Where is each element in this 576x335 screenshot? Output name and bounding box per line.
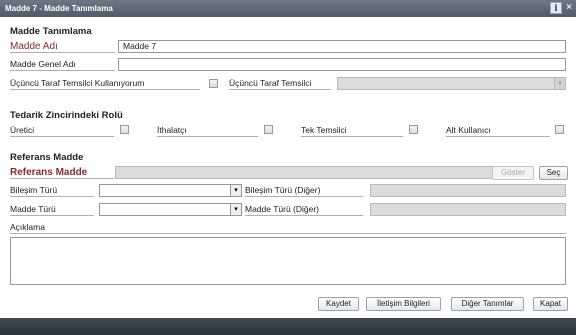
bilesim-turu-diger-label: Bileşim Türü (Diğer)	[245, 185, 321, 195]
iletisim-bilgileri-button[interactable]: İletişim Bilgileri	[366, 297, 441, 311]
chevron-down-icon[interactable]: ▾	[230, 185, 241, 196]
titlebar-icons: i ×	[550, 2, 574, 15]
diger-tanimlar-button[interactable]: Diğer Tanımlar	[451, 297, 524, 311]
ucuncu-taraf-temsilci-select[interactable]: ▾	[337, 77, 566, 90]
window-titlebar: Madde 7 - Madde Tanımlama i ×	[0, 0, 576, 17]
bilesim-turu-label: Bileşim Türü	[10, 185, 58, 195]
bilesim-turu-diger-input[interactable]	[370, 184, 566, 197]
referans-madde-input[interactable]	[115, 166, 533, 179]
madde-turu-diger-label: Madde Türü (Diğer)	[245, 204, 320, 214]
section-title-tedarik: Tedarik Zincirindeki Rolü	[10, 110, 123, 121]
role-underline-ithalatci	[157, 136, 258, 137]
window-footer	[0, 318, 576, 335]
bilesim-turu-underline	[10, 196, 94, 197]
madde-genel-adi-label: Madde Genel Adı	[10, 59, 76, 69]
chevron-down-icon[interactable]: ▾	[230, 204, 241, 215]
info-icon[interactable]: i	[550, 2, 562, 14]
role-underline-uretici	[10, 136, 114, 137]
madde-genel-adi-input[interactable]	[118, 58, 566, 71]
kaydet-button[interactable]: Kaydet	[318, 297, 359, 311]
aciklama-textarea[interactable]	[10, 237, 566, 285]
aciklama-label: Açıklama	[10, 222, 45, 232]
madde-turu-select[interactable]: ▾	[99, 203, 242, 216]
bilesim-turu-select[interactable]: ▾	[99, 184, 242, 197]
madde-turu-label: Madde Türü	[10, 204, 56, 214]
kapat-button[interactable]: Kapat	[533, 297, 568, 311]
madde-adi-label: Madde Adı	[10, 41, 58, 52]
role-checkbox-uretici[interactable]	[120, 125, 129, 134]
sec-button[interactable]: Seç	[539, 166, 568, 180]
ucuncu-taraf-kullaniyorum-underline	[10, 89, 200, 90]
madde-adi-underline	[10, 52, 115, 53]
close-icon[interactable]: ×	[564, 2, 574, 14]
ucuncu-taraf-temsilci-label: Üçüncü Taraf Temsilci	[229, 78, 312, 88]
role-label-uretici: Üretici	[10, 125, 35, 135]
referans-madde-label: Referans Madde	[10, 167, 88, 178]
ucuncu-taraf-temsilci-underline	[229, 89, 331, 90]
chevron-down-icon[interactable]: ▾	[554, 78, 565, 89]
ucuncu-taraf-kullaniyorum-label: Üçüncü Taraf Temsilci Kullanıyorum	[10, 78, 145, 88]
madde-adi-input[interactable]: Madde 7	[118, 40, 566, 53]
madde-turu-diger-input[interactable]	[370, 203, 566, 216]
madde-turu-diger-underline	[245, 215, 363, 216]
bilesim-turu-diger-underline	[245, 196, 363, 197]
role-checkbox-alt-kullanici[interactable]	[555, 125, 564, 134]
section-title-madde-tanimlama: Madde Tanımlama	[10, 26, 92, 37]
role-underline-tek-temsilci	[301, 136, 403, 137]
ucuncu-taraf-kullaniyorum-checkbox[interactable]	[209, 79, 218, 88]
role-label-tek-temsilci: Tek Temsilci	[301, 125, 347, 135]
madde-genel-adi-underline	[10, 70, 115, 71]
aciklama-underline	[10, 233, 566, 234]
role-underline-alt-kullanici	[446, 136, 550, 137]
goster-button[interactable]: Göster	[492, 166, 534, 180]
role-label-alt-kullanici: Alt Kullanıcı	[446, 125, 491, 135]
madde-turu-underline	[10, 215, 94, 216]
window-title: Madde 7 - Madde Tanımlama	[5, 4, 113, 13]
referans-madde-underline	[10, 178, 114, 179]
role-checkbox-ithalatci[interactable]	[264, 125, 273, 134]
section-title-referans: Referans Madde	[10, 152, 84, 163]
role-label-ithalatci: İthalatçı	[157, 125, 187, 135]
role-checkbox-tek-temsilci[interactable]	[409, 125, 418, 134]
